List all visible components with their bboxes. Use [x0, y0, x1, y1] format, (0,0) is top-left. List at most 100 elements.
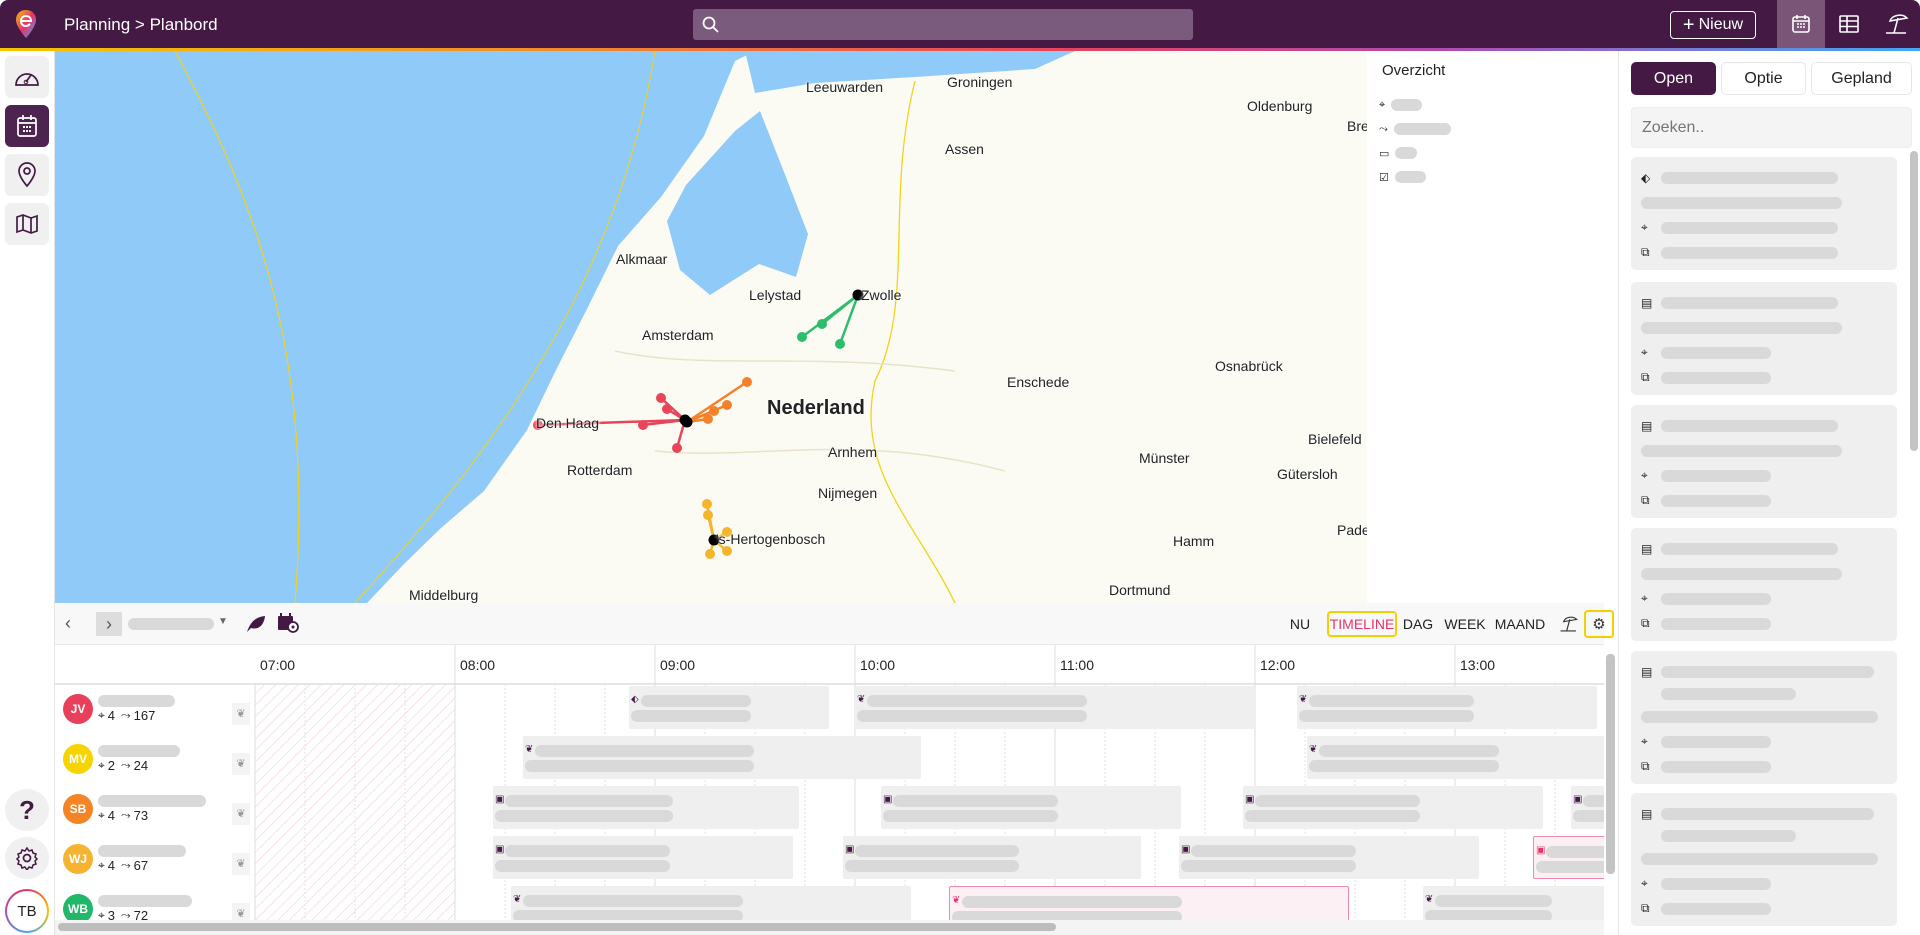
resource-row: SB ⌖ 4 ⤳ 73 ❦ ▣ ▣ ▣ ▣	[55, 784, 1604, 834]
global-search-input[interactable]	[693, 9, 1193, 40]
sidebar-item-dashboard[interactable]	[5, 56, 49, 98]
route-stop-marker[interactable]	[656, 393, 666, 403]
route-segment	[686, 380, 748, 424]
skeleton-bar	[893, 795, 1058, 807]
date-select[interactable]	[128, 618, 214, 630]
tab-open[interactable]: Open	[1631, 62, 1716, 95]
route-stop-marker[interactable]	[797, 332, 807, 342]
next-button[interactable]: ›	[96, 612, 122, 636]
new-button[interactable]: + Nieuw	[1670, 11, 1756, 39]
resource-avatar[interactable]: MV	[63, 744, 93, 774]
planned-trip-block[interactable]: ▣	[843, 836, 1141, 879]
view-week-button[interactable]: WEEK	[1442, 611, 1488, 637]
route-stop-marker[interactable]	[703, 414, 713, 424]
calendar-location-icon[interactable]	[277, 612, 299, 634]
hour-label: 07:00	[260, 657, 296, 673]
planned-trip-block[interactable]: ▣	[881, 786, 1181, 829]
skeleton-bar	[1661, 592, 1771, 605]
card-row: ▤	[1631, 801, 1897, 826]
route-icon: ⤳	[1379, 122, 1388, 135]
skeleton-bar	[1661, 494, 1771, 507]
route-stop-marker[interactable]	[709, 406, 719, 416]
planned-trip-block[interactable]: ▣	[1243, 786, 1543, 829]
view-nu-button[interactable]: NU	[1284, 611, 1316, 637]
location-pin-icon: ⌖	[1641, 876, 1648, 890]
holiday-view-button[interactable]	[1873, 0, 1920, 48]
previous-button[interactable]: ‹	[65, 613, 71, 634]
view-timeline-button[interactable]: TIMELINE	[1327, 611, 1397, 637]
eco-route-button[interactable]: ❦	[232, 703, 250, 725]
view-maand-button[interactable]: MAAND	[1489, 611, 1551, 637]
planned-trip-block[interactable]: ❦	[855, 686, 1255, 729]
order-card[interactable]: ▤ ⌖ ⧉	[1631, 651, 1897, 784]
help-button[interactable]: ?	[5, 789, 49, 831]
card-row: ⌖	[1631, 586, 1897, 611]
timeline-vertical-scrollbar[interactable]	[1606, 654, 1615, 874]
route-stop-marker[interactable]	[703, 510, 713, 520]
tab-optie[interactable]: Optie	[1721, 62, 1806, 95]
hour-label: 08:00	[460, 657, 496, 673]
eco-route-button[interactable]: ❦	[232, 803, 250, 825]
eco-route-button[interactable]: ❦	[232, 753, 250, 775]
skeleton-bar	[525, 760, 754, 772]
planned-trip-block[interactable]: ❦	[1297, 686, 1597, 729]
route-stop-marker[interactable]	[722, 400, 732, 410]
breadcrumb-planning[interactable]: Planning	[64, 15, 130, 34]
route-stop-marker[interactable]	[662, 404, 672, 414]
settings-button[interactable]	[5, 837, 49, 879]
card-row	[1631, 704, 1897, 729]
route-stop-marker[interactable]	[672, 443, 682, 453]
city-label: Bielefeld	[1308, 431, 1362, 447]
route-stop-marker[interactable]	[742, 377, 752, 387]
order-card[interactable]: ▤ ⌖ ⧉	[1631, 793, 1897, 926]
leaf-icon[interactable]	[245, 614, 267, 634]
eco-route-button[interactable]: ❦	[232, 853, 250, 875]
planned-trip-block[interactable]: ▣	[1571, 786, 1604, 829]
resource-avatar[interactable]: WJ	[63, 844, 93, 874]
app-logo[interactable]	[14, 9, 38, 39]
order-card[interactable]: ▤ ⌖ ⧉	[1631, 405, 1897, 518]
resource-avatar[interactable]: JV	[63, 694, 93, 724]
horizontal-scrollbar[interactable]	[58, 923, 1056, 931]
order-card[interactable]: ⬖ ⌖ ⧉	[1631, 157, 1897, 270]
city-label: Paderbo	[1337, 522, 1367, 538]
orders-search-input[interactable]	[1631, 107, 1912, 148]
table-view-button[interactable]	[1825, 0, 1873, 48]
depot-marker[interactable]	[681, 416, 693, 428]
calendar-view-button[interactable]	[1777, 0, 1825, 48]
tab-gepland[interactable]: Gepland	[1811, 62, 1912, 95]
resource-row: WJ ⌖ 4 ⤳ 67 ❦ ▣ ▣ ▣ ▣	[55, 834, 1604, 884]
route-stop-marker[interactable]	[702, 499, 712, 509]
skeleton-bar	[1661, 688, 1796, 700]
planned-trip-block[interactable]: ▣	[493, 786, 799, 829]
route-stop-marker[interactable]	[835, 339, 845, 349]
planned-trip-block[interactable]: ▣	[1533, 836, 1604, 879]
city-label: Münster	[1139, 450, 1190, 466]
route-stop-marker[interactable]	[705, 549, 715, 559]
view-dag-button[interactable]: DAG	[1396, 611, 1440, 637]
order-card[interactable]: ▤ ⌖ ⧉	[1631, 282, 1897, 395]
user-avatar[interactable]: TB	[5, 889, 49, 933]
planned-trip-block[interactable]: ▣	[493, 836, 793, 879]
overview-panel: Overzicht ⌖ ⤳ ▭ ☑	[1367, 51, 1618, 603]
beach-umbrella-icon[interactable]	[1559, 615, 1579, 633]
skeleton-bar	[855, 845, 1019, 857]
resource-avatar[interactable]: SB	[63, 794, 93, 824]
order-card[interactable]: ▤ ⌖ ⧉	[1631, 528, 1897, 641]
chat-icon: ▤	[1641, 541, 1653, 556]
city-label: Hamm	[1173, 533, 1215, 549]
route-stop-marker[interactable]	[722, 546, 732, 556]
planned-trip-block[interactable]: ❦	[1307, 736, 1604, 779]
route-stop-marker[interactable]	[638, 420, 648, 430]
sidebar-item-map[interactable]	[5, 203, 49, 245]
vertical-scrollbar[interactable]	[1910, 151, 1918, 451]
sidebar-item-planning[interactable]	[5, 105, 49, 147]
settings-button[interactable]: ⚙	[1584, 610, 1614, 638]
sidebar-item-locations[interactable]	[5, 154, 49, 196]
planned-trip-block[interactable]: ⬖	[629, 686, 829, 729]
route-stop-marker[interactable]	[817, 319, 827, 329]
resource-stats: ⌖ 4 ⤳ 73	[98, 808, 148, 823]
planned-trip-block[interactable]: ▣	[1179, 836, 1479, 879]
planned-trip-block[interactable]: ❦	[523, 736, 921, 779]
map[interactable]: Leeuwarden Groningen Oldenburg Breme Assen Al…	[55, 51, 1367, 603]
